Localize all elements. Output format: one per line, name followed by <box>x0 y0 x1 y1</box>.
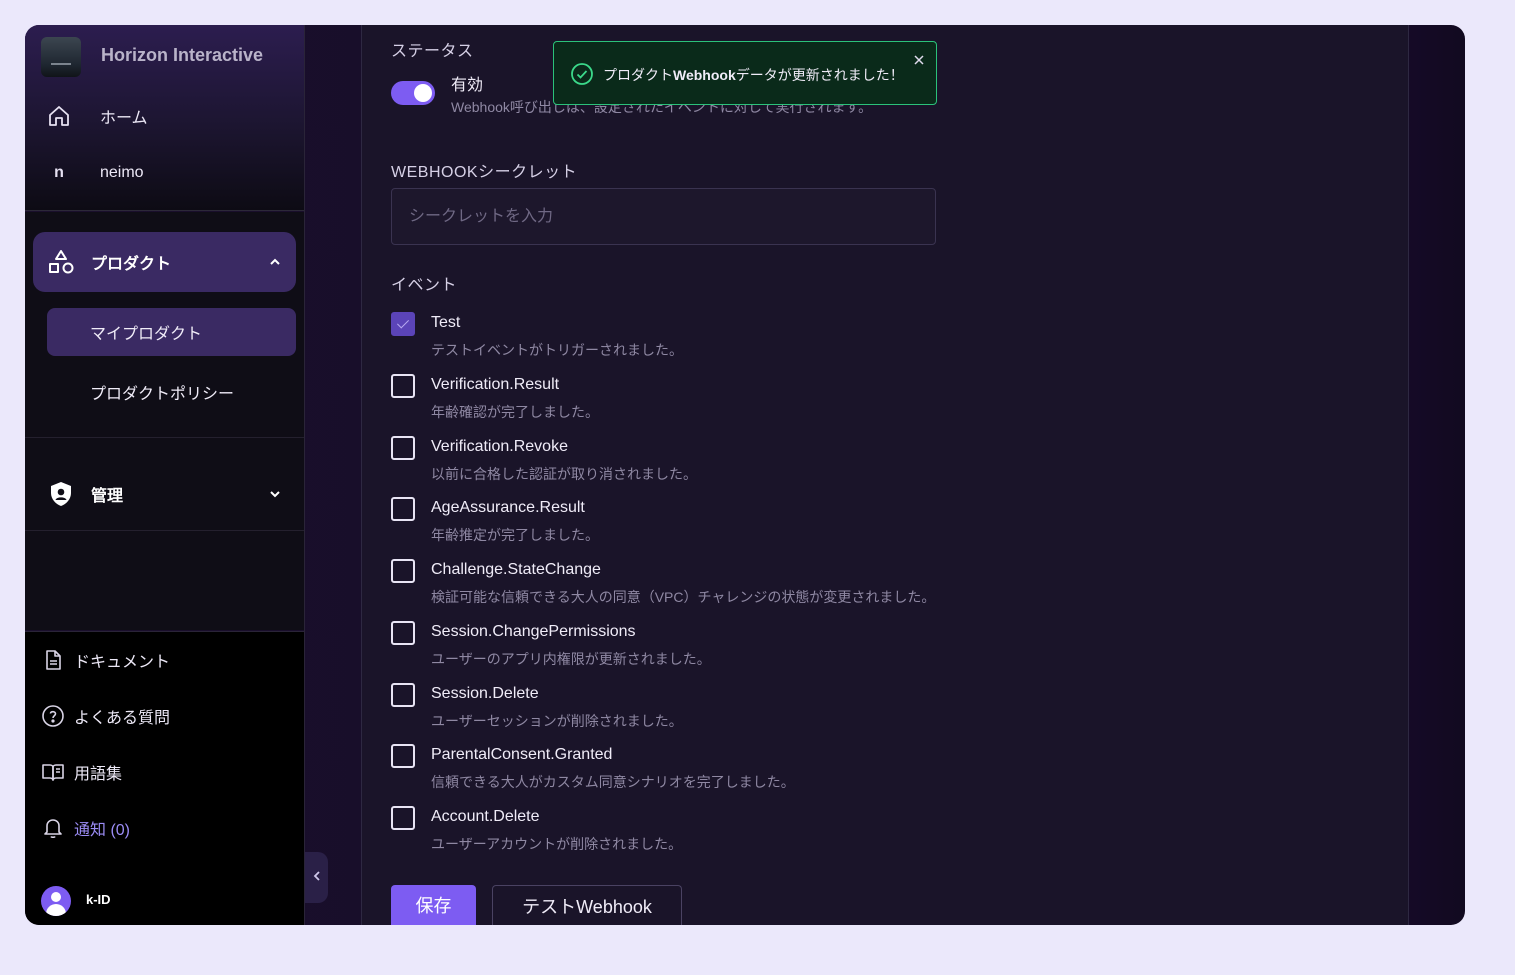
neimo-letter-icon: n <box>54 164 64 181</box>
document-icon <box>41 648 65 672</box>
test-webhook-button[interactable]: テストWebhook <box>492 885 682 925</box>
divider <box>25 530 304 531</box>
bell-icon <box>41 816 65 840</box>
chevron-down-icon <box>268 487 282 501</box>
nav-item-neimo[interactable]: n neimo <box>25 153 304 193</box>
event-name: AgeAssurance.Result <box>431 499 585 516</box>
close-icon[interactable] <box>910 51 928 69</box>
notifications-label: 通知 (0) <box>74 822 131 839</box>
event-row: AgeAssurance.Result 年齢推定が完了しました。 <box>391 497 991 553</box>
shapes-icon <box>47 248 75 276</box>
check-circle-icon <box>570 62 594 86</box>
org-name: Horizon Interactive <box>101 45 264 65</box>
shield-user-icon <box>47 480 75 508</box>
nav-label-home: ホーム <box>100 110 148 127</box>
event-checkbox[interactable] <box>391 559 415 583</box>
secret-label: WEBHOOKシークレット <box>391 164 578 181</box>
app-window: Horizon Interactive ホーム n neimo プロダクト マイ… <box>25 25 1465 925</box>
sidebar-item-product-policy[interactable]: プロダクトポリシー <box>47 368 296 416</box>
chevron-left-icon <box>311 869 323 887</box>
event-checkbox[interactable] <box>391 744 415 768</box>
event-row: Session.ChangePermissions ユーザーのアプリ内権限が更新さ… <box>391 621 991 677</box>
question-circle-icon <box>41 704 65 728</box>
collapse-sidebar-button[interactable] <box>305 852 328 903</box>
group-products[interactable]: プロダクト <box>33 232 296 292</box>
event-name: Session.ChangePermissions <box>431 623 636 640</box>
event-name: Verification.Result <box>431 376 560 393</box>
sub-label-product-policy: プロダクトポリシー <box>90 386 235 403</box>
sidebar-footer: ドキュメント よくある質問 用語集 通知 (0) k-ID <box>25 631 304 925</box>
event-checkbox[interactable] <box>391 497 415 521</box>
toast-prefix: プロダクト <box>603 67 673 83</box>
event-row: Account.Delete ユーザーアカウントが削除されました。 <box>391 806 991 862</box>
event-row: ParentalConsent.Granted 信頼できる大人がカスタム同意シナリ… <box>391 744 991 800</box>
event-name: Test <box>431 314 461 331</box>
sidebar-item-my-products[interactable]: マイプロダクト <box>47 308 296 356</box>
documents-label: ドキュメント <box>74 654 171 671</box>
event-row: Challenge.StateChange 検証可能な信頼できる大人の同意（VPC… <box>391 559 991 615</box>
status-toggle[interactable] <box>391 81 435 105</box>
toggle-label: 有効 <box>451 77 484 94</box>
event-description: 年齢推定が完了しました。 <box>431 527 599 543</box>
sidebar-item-notifications[interactable]: 通知 (0) <box>25 808 304 848</box>
home-icon <box>47 104 71 128</box>
status-label: ステータス <box>391 43 474 60</box>
sidebar-item-faq[interactable]: よくある質問 <box>25 696 304 736</box>
nav-item-home[interactable]: ホーム <box>25 96 304 136</box>
event-name: Session.Delete <box>431 685 539 702</box>
org-logo[interactable] <box>41 37 81 77</box>
book-icon <box>41 760 65 784</box>
event-name: Verification.Revoke <box>431 438 568 455</box>
sidebar-item-documents[interactable]: ドキュメント <box>25 640 304 680</box>
group-label-products: プロダクト <box>91 256 172 273</box>
event-row: Session.Delete ユーザーセッションが削除されました。 <box>391 683 991 739</box>
event-description: ユーザーアカウントが削除されました。 <box>431 836 683 852</box>
event-checkbox[interactable] <box>391 312 415 336</box>
event-description: テストイベントがトリガーされました。 <box>431 342 683 358</box>
toast-suffix: データが更新されました！ <box>735 67 904 83</box>
event-description: 以前に合格した認証が取り消されました。 <box>431 466 697 482</box>
toast-bold: Webhook <box>673 67 736 83</box>
avatar[interactable] <box>41 886 71 916</box>
sidebar-item-glossary[interactable]: 用語集 <box>25 752 304 792</box>
sidebar-header: Horizon Interactive ホーム n neimo <box>25 25 304 211</box>
event-checkbox[interactable] <box>391 436 415 460</box>
event-row: Verification.Revoke 以前に合格した認証が取り消されました。 <box>391 436 991 492</box>
chevron-up-icon <box>268 255 282 269</box>
sidebar: Horizon Interactive ホーム n neimo プロダクト マイ… <box>25 25 305 925</box>
event-name: ParentalConsent.Granted <box>431 746 613 763</box>
secret-input[interactable] <box>391 188 936 245</box>
user-name: k-ID <box>86 892 111 907</box>
event-description: 信頼できる大人がカスタム同意シナリオを完了しました。 <box>431 774 795 790</box>
group-label-admin: 管理 <box>91 488 124 505</box>
event-checkbox[interactable] <box>391 683 415 707</box>
success-toast: プロダクトWebhookデータが更新されました！ <box>553 41 937 105</box>
sub-label-my-products: マイプロダクト <box>90 326 203 343</box>
sidebar-menu: プロダクト マイプロダクト プロダクトポリシー 管理 <box>25 212 304 630</box>
event-description: ユーザーセッションが削除されました。 <box>431 713 683 729</box>
webhook-form-panel: ステータス 有効 Webhook呼び出しは、設定されたイベントに対して実行されま… <box>361 25 1409 925</box>
event-description: ユーザーのアプリ内権限が更新されました。 <box>431 651 711 667</box>
divider <box>25 437 304 438</box>
event-row: Test テストイベントがトリガーされました。 <box>391 312 991 368</box>
group-admin[interactable]: 管理 <box>33 464 296 524</box>
events-label: イベント <box>391 277 458 294</box>
nav-label-neimo: neimo <box>100 164 144 181</box>
event-checkbox[interactable] <box>391 806 415 830</box>
event-checkbox[interactable] <box>391 374 415 398</box>
faq-label: よくある質問 <box>74 710 171 727</box>
event-checkbox[interactable] <box>391 621 415 645</box>
save-button[interactable]: 保存 <box>391 885 476 925</box>
event-description: 年齢確認が完了しました。 <box>431 404 599 420</box>
toast-message: プロダクトWebhookデータが更新されました！ <box>603 65 904 85</box>
event-description: 検証可能な信頼できる大人の同意（VPC）チャレンジの状態が変更されました。 <box>431 589 936 605</box>
event-name: Account.Delete <box>431 808 540 825</box>
event-row: Verification.Result 年齢確認が完了しました。 <box>391 374 991 430</box>
event-name: Challenge.StateChange <box>431 561 601 578</box>
glossary-label: 用語集 <box>74 766 123 783</box>
